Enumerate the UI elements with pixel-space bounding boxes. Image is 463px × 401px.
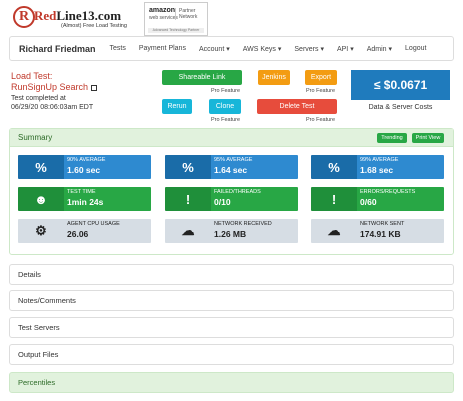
aws-partner-badge: amazon web services Partner Network Advan… bbox=[144, 2, 208, 36]
summary-panel: Summary Trending Print View % 90% AVERAG… bbox=[9, 128, 454, 255]
nav-item-account[interactable]: Account ▾ bbox=[199, 45, 230, 53]
stat-tile-99-average: % 99% AVERAGE 1.68 sec bbox=[311, 155, 444, 179]
panel-details[interactable]: Details bbox=[9, 264, 454, 285]
stat-tile-95-average: % 95% AVERAGE 1.64 sec bbox=[165, 155, 298, 179]
user-icon: ☻ bbox=[18, 187, 64, 211]
alert-icon: ! bbox=[165, 187, 211, 211]
jenkins-button[interactable]: Jenkins bbox=[258, 70, 290, 85]
stat-tile-test-time: ☻ TEST TIME 1min 24s bbox=[18, 187, 151, 211]
nav-item-payment-plans[interactable]: Payment Plans bbox=[139, 45, 186, 52]
nav-user-name: Richard Friedman bbox=[19, 43, 96, 54]
delete-test-button[interactable]: Delete Test bbox=[257, 99, 337, 114]
aws-partner-network: Partner Network bbox=[175, 8, 197, 20]
aws-subtitle: web services bbox=[149, 15, 178, 21]
top-nav: Richard Friedman Tests Payment Plans Acc… bbox=[9, 36, 454, 61]
stat-tile-network-sent: ☁ NETWORK SENT 174.91 KB bbox=[311, 219, 444, 243]
stat-tile-failed-threads: ! FAILED/THREADS 0/10 bbox=[165, 187, 298, 211]
logo[interactable]: R RedLine13.com (Almost) Free Load Testi… bbox=[13, 5, 138, 33]
trending-button[interactable]: Trending bbox=[377, 133, 407, 143]
nav-item-servers[interactable]: Servers ▾ bbox=[294, 45, 324, 53]
percent-icon: % bbox=[18, 155, 64, 179]
panel-output-files[interactable]: Output Files bbox=[9, 344, 454, 365]
aws-title: amazon bbox=[149, 7, 176, 14]
percent-icon: % bbox=[311, 155, 357, 179]
print-view-button[interactable]: Print View bbox=[412, 133, 444, 143]
test-completed-info: Test completed at 06/29/20 08:06:03am ED… bbox=[11, 95, 94, 111]
external-link-icon[interactable] bbox=[91, 84, 98, 91]
percent-icon: % bbox=[165, 155, 211, 179]
shareable-link-button[interactable]: Shareable Link bbox=[162, 70, 242, 85]
pro-feature-label: Pro Feature bbox=[211, 88, 241, 94]
stat-tile-90-average: % 90% AVERAGE 1.60 sec bbox=[18, 155, 151, 179]
nav-item-tests[interactable]: Tests bbox=[110, 45, 126, 52]
test-completed-time: 06/29/20 08:06:03am EDT bbox=[11, 104, 94, 111]
load-test-name[interactable]: RunSignUp Search bbox=[11, 82, 88, 92]
aws-partner-tier: Advanced Technology Partner bbox=[148, 28, 204, 33]
cloud-upload-icon: ☁ bbox=[311, 219, 357, 243]
pro-feature-label: Pro Feature bbox=[306, 117, 336, 123]
panel-percentiles[interactable]: Percentiles bbox=[9, 372, 454, 393]
logo-mark: R bbox=[13, 6, 35, 28]
nav-item-api[interactable]: API ▾ bbox=[337, 45, 354, 53]
alert-icon: ! bbox=[311, 187, 357, 211]
gears-icon: ⚙ bbox=[18, 219, 64, 243]
stat-tile-agent-cpu: ⚙ AGENT CPU USAGE 26.06 bbox=[18, 219, 151, 243]
pro-feature-label: Pro Feature bbox=[306, 88, 336, 94]
nav-item-admin[interactable]: Admin ▾ bbox=[367, 45, 392, 53]
summary-header[interactable]: Summary Trending Print View bbox=[10, 129, 453, 147]
logo-tagline: (Almost) Free Load Testing bbox=[61, 23, 127, 29]
panel-notes-comments[interactable]: Notes/Comments bbox=[9, 290, 454, 311]
stat-tile-network-received: ☁ NETWORK RECEIVED 1.26 MB bbox=[165, 219, 298, 243]
cloud-download-icon: ☁ bbox=[165, 219, 211, 243]
nav-item-aws-keys[interactable]: AWS Keys ▾ bbox=[243, 45, 282, 53]
rerun-button[interactable]: Rerun bbox=[162, 99, 192, 114]
export-button[interactable]: Export bbox=[305, 70, 337, 85]
panel-test-servers[interactable]: Test Servers bbox=[9, 317, 454, 338]
cost-value: ≤ $0.0671 bbox=[351, 70, 450, 100]
stat-tile-errors-requests: ! ERRORS/REQUESTS 0/60 bbox=[311, 187, 444, 211]
load-test-title: Load Test: RunSignUp Search bbox=[11, 71, 98, 93]
pro-feature-label: Pro Feature bbox=[211, 117, 241, 123]
logo-text: RedLine13.com bbox=[34, 8, 122, 23]
summary-title: Summary bbox=[18, 133, 53, 142]
clone-button[interactable]: Clone bbox=[209, 99, 241, 114]
cost-label[interactable]: Data & Server Costs bbox=[351, 104, 450, 111]
nav-item-logout[interactable]: Logout bbox=[405, 45, 426, 52]
